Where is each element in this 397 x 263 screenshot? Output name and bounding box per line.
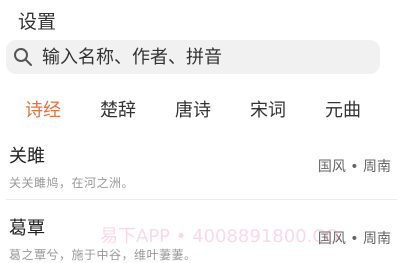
tab-yuanqu[interactable]: 元曲 <box>325 96 361 122</box>
poem-title: 关雎 <box>9 146 45 167</box>
poem-title: 葛覃 <box>9 218 45 239</box>
tab-shijing[interactable]: 诗经 <box>25 96 61 122</box>
tab-tangshi[interactable]: 唐诗 <box>175 96 211 122</box>
search-bar[interactable] <box>6 40 380 74</box>
tab-songci[interactable]: 宋词 <box>250 96 286 122</box>
search-input[interactable] <box>40 45 364 69</box>
poem-meta: 国风 • 周南 <box>317 159 391 175</box>
poem-excerpt: 关关雎鸠，在河之洲。 <box>9 176 135 190</box>
tab-chuci[interactable]: 楚辞 <box>100 96 136 122</box>
search-icon <box>12 46 34 68</box>
list-item[interactable]: 葛覃 葛之覃兮，施于中谷，维叶萋萋。 国风 • 周南 <box>0 212 397 262</box>
list-item[interactable]: 关雎 关关雎鸠，在河之洲。 国风 • 周南 <box>0 140 397 198</box>
divider <box>6 199 397 200</box>
poem-meta: 国风 • 周南 <box>317 231 391 247</box>
settings-title[interactable]: 设置 <box>18 7 56 34</box>
category-tabs: 诗经 楚辞 唐诗 宋词 元曲 <box>0 96 397 124</box>
